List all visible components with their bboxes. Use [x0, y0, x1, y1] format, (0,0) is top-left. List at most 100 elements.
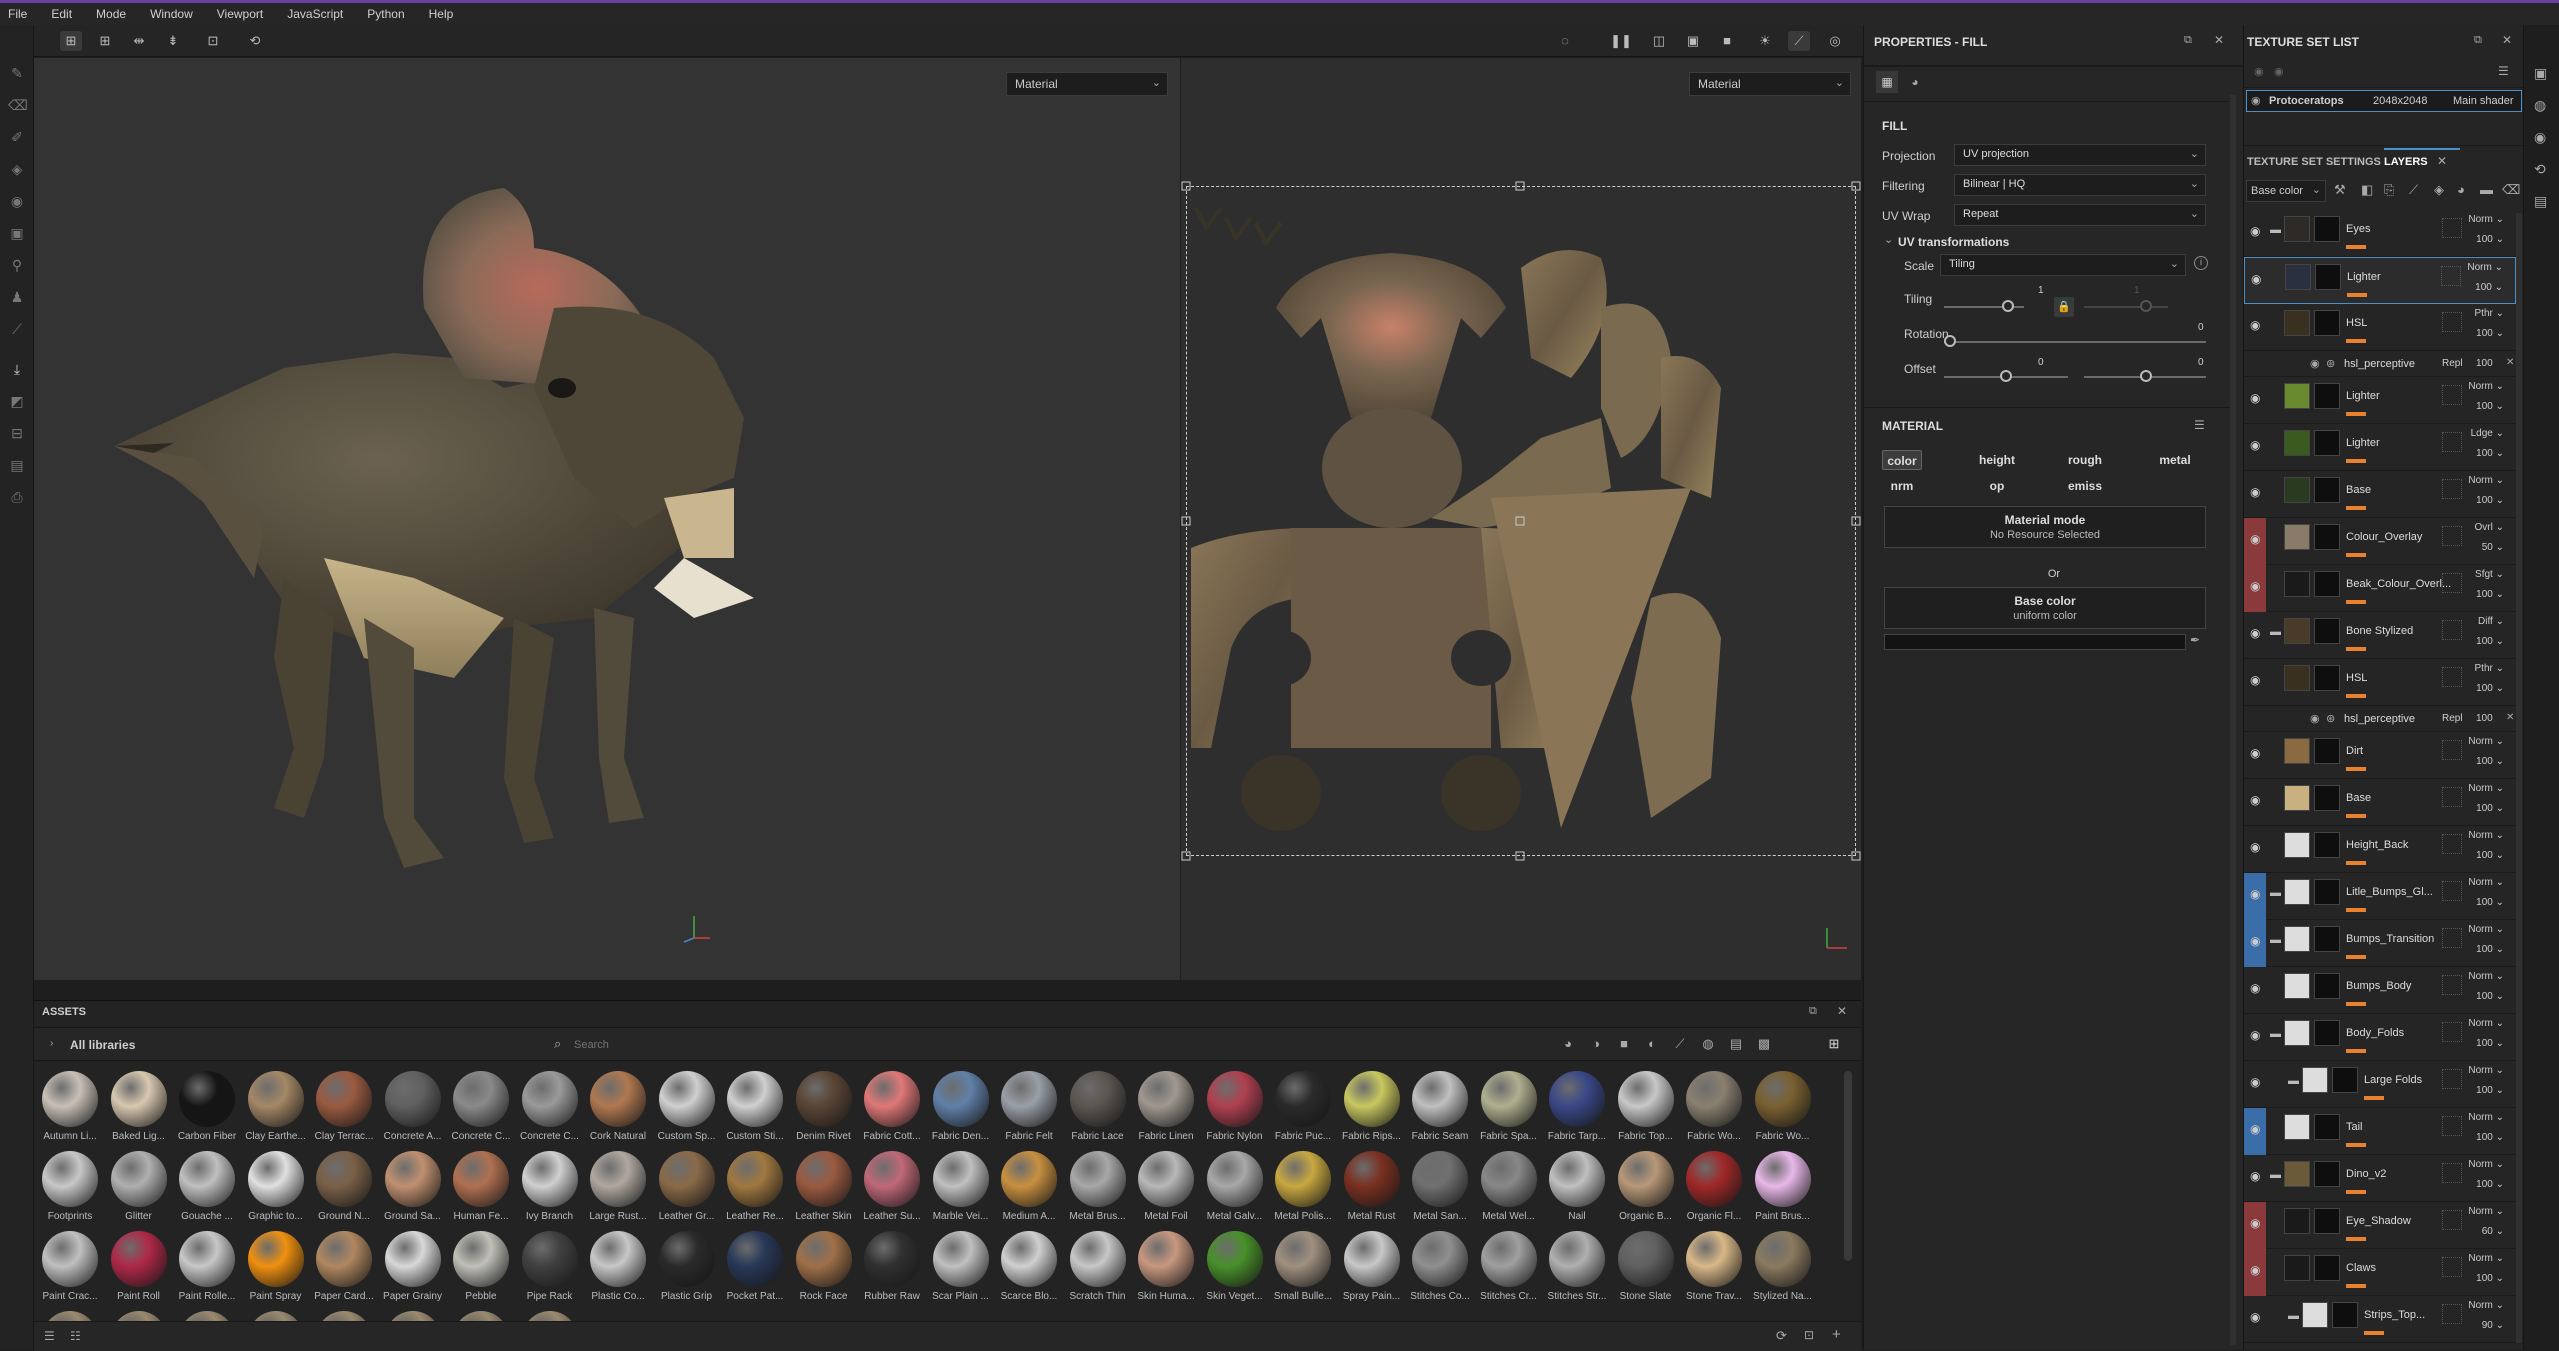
tab-texture-set-settings[interactable]: TEXTURE SET SETTINGS	[2247, 156, 2381, 168]
asset-thumbnail[interactable]	[864, 1071, 920, 1127]
uvwrap-dropdown[interactable]: Repeat ⌄	[1954, 204, 2206, 226]
material-tab-icon[interactable]: ◕	[1904, 71, 1926, 93]
grid-view-icon[interactable]: ⊞	[1825, 1036, 1843, 1054]
layer-effect-row[interactable]: ◉ ⊛ hsl_perceptive Repl 100 ✕	[2244, 351, 2516, 377]
import-icon[interactable]: ⊡	[1804, 1328, 1814, 1342]
smart-material-filter-icon[interactable]: ◑	[1587, 1036, 1605, 1054]
layer-row[interactable]: ◉ ▬ Eyes Norm ⌄ 100 ⌄	[2244, 210, 2516, 257]
asset-thumbnail[interactable]	[316, 1151, 372, 1207]
screenshot-icon[interactable]: ◎	[1824, 31, 1846, 51]
close-icon[interactable]: ✕	[2214, 33, 2224, 47]
asset-thumbnail[interactable]	[1138, 1151, 1194, 1207]
layer-row[interactable]: ◉ ▬ Strips_Top... Norm ⌄ 90 ⌄	[2244, 1296, 2516, 1343]
layer-opacity[interactable]: 100 ⌄	[2476, 1179, 2504, 1190]
layer-opacity[interactable]: 100 ⌄	[2476, 448, 2504, 459]
layer-row[interactable]: ◉ Claws Norm ⌄ 100 ⌄	[2244, 1249, 2516, 1296]
delete-icon[interactable]: ⌫	[2502, 182, 2520, 198]
export-icon[interactable]: ⎙	[8, 489, 26, 507]
layer-blend-mode[interactable]: Norm ⌄	[2468, 214, 2504, 225]
asset-thumbnail[interactable]	[795, 1231, 852, 1287]
smudge-icon[interactable]: ◉	[8, 193, 26, 211]
asset-thumbnail[interactable]	[316, 1071, 372, 1127]
eye-icon[interactable]: ◉	[2244, 826, 2266, 873]
folder-icon[interactable]: ▬	[2270, 887, 2281, 899]
asset-thumbnail[interactable]	[658, 1151, 715, 1207]
eye-icon[interactable]: ◉	[2244, 779, 2266, 826]
properties-scrollbar[interactable]	[2230, 95, 2236, 1345]
close-icon[interactable]: ✕	[1837, 1004, 1847, 1018]
asset-thumbnail[interactable]	[658, 1071, 715, 1127]
layer-color-box[interactable]	[2442, 1116, 2462, 1136]
paint-brush-icon[interactable]: ✎	[8, 65, 26, 83]
layer-blend-mode[interactable]: Norm ⌄	[2468, 1206, 2504, 1217]
layer-row[interactable]: ◉ Base Norm ⌄ 100 ⌄	[2244, 779, 2516, 826]
lock-icon[interactable]: 🔒	[2054, 297, 2074, 317]
float-icon[interactable]: ⧉	[1809, 1005, 1817, 1018]
layer-blend-mode[interactable]: Norm ⌄	[2468, 971, 2504, 982]
tab-layers[interactable]: LAYERS	[2384, 156, 2428, 168]
layer-color-box[interactable]	[2442, 620, 2462, 640]
layer-row[interactable]: ◉ ▬ Dino_v2 Norm ⌄ 100 ⌄	[2244, 1155, 2516, 1202]
eye-icon[interactable]: ◉	[2244, 873, 2266, 920]
refresh-icon[interactable]: ⟳	[1776, 1328, 1787, 1344]
folder-icon[interactable]: ▬	[2270, 1028, 2281, 1040]
layer-blend-mode[interactable]: Norm ⌄	[2468, 475, 2504, 486]
add-paint-layer-icon[interactable]: ⟋	[2409, 182, 2418, 198]
base-color-box[interactable]: Base color uniform color	[1884, 587, 2206, 629]
layer-row[interactable]: ◉ ▬ Large Folds Norm ⌄ 100 ⌄	[2244, 1061, 2516, 1108]
asset-thumbnail[interactable]	[521, 1231, 578, 1287]
viewport-3d[interactable]: Material ⌄	[34, 58, 1180, 980]
asset-thumbnail[interactable]	[316, 1311, 372, 1321]
asset-thumbnail[interactable]	[384, 1071, 441, 1127]
layers-scrollbar[interactable]	[2516, 213, 2522, 1343]
layer-row[interactable]: ◉ ▬ Bone Stylized Diff ⌄ 100 ⌄	[2244, 612, 2516, 659]
asset-thumbnail[interactable]	[110, 1151, 167, 1207]
layer-color-box[interactable]	[2442, 1069, 2462, 1089]
layer-color-box[interactable]	[2442, 432, 2462, 452]
polygon-fill-icon[interactable]: ◩	[8, 393, 26, 411]
asset-thumbnail[interactable]	[1206, 1231, 1263, 1287]
align-icon[interactable]: ⇟	[162, 31, 184, 51]
hide-icon[interactable]: ◌	[1554, 31, 1576, 51]
folder-icon[interactable]: ▬	[2270, 1169, 2281, 1181]
viewport-2d-uv[interactable]: Material ⌄	[1181, 58, 1861, 980]
asset-thumbnail[interactable]	[1275, 1151, 1331, 1207]
layer-blend-mode[interactable]: Ldge ⌄	[2471, 428, 2504, 439]
close-icon[interactable]: ✕	[2502, 33, 2512, 47]
layer-color-box[interactable]	[2441, 266, 2461, 286]
environment-filter-icon[interactable]: ▤	[1727, 1036, 1745, 1054]
layer-blend-mode[interactable]: Norm ⌄	[2468, 1300, 2504, 1311]
channel-metal-button[interactable]: metal	[2150, 450, 2200, 470]
offset-slider-knob-2[interactable]	[2140, 370, 2152, 382]
layer-color-box[interactable]	[2442, 928, 2462, 948]
asset-thumbnail[interactable]	[1275, 1231, 1331, 1287]
layer-blend[interactable]: Repl	[2442, 713, 2463, 724]
asset-thumbnail[interactable]	[864, 1151, 920, 1207]
layer-blend-mode[interactable]: Norm ⌄	[2467, 262, 2503, 273]
asset-thumbnail[interactable]	[42, 1151, 98, 1207]
offset-slider-knob-1[interactable]	[2000, 370, 2012, 382]
brush-mode-icon[interactable]: ⟋	[1788, 31, 1810, 51]
layer-row[interactable]: ◉ Eye_Shadow Norm ⌄ 60 ⌄	[2244, 1202, 2516, 1249]
asset-thumbnail[interactable]	[110, 1231, 167, 1287]
layer-color-box[interactable]	[2442, 881, 2462, 901]
asset-thumbnail[interactable]	[1206, 1071, 1263, 1127]
layer-row[interactable]: ◉ Height_Back Norm ⌄ 100 ⌄	[2244, 826, 2516, 873]
menu-javascript[interactable]: JavaScript	[287, 7, 343, 21]
layer-color-box[interactable]	[2442, 1304, 2462, 1324]
tree-icon[interactable]: ☷	[70, 1329, 81, 1343]
channel-height-button[interactable]: height	[1972, 450, 2022, 470]
history-dock-icon[interactable]: ⟲	[2534, 161, 2546, 178]
eye-icon[interactable]: ◉	[2244, 1296, 2266, 1343]
channel-dropdown[interactable]: Base color ⌄	[2246, 180, 2326, 202]
asset-thumbnail[interactable]	[453, 1231, 509, 1287]
eye-icon[interactable]: ◉	[2251, 94, 2261, 107]
asset-thumbnail[interactable]	[1343, 1071, 1400, 1127]
asset-thumbnail[interactable]	[453, 1071, 509, 1127]
folder-icon[interactable]: ▬	[2270, 934, 2281, 946]
float-icon[interactable]: ⧉	[2474, 34, 2482, 47]
texture-set-row[interactable]: ◉ Protoceratops 2048x2048 Main shader	[2246, 90, 2522, 112]
brush-filter-icon[interactable]: ⟋	[1671, 1036, 1689, 1054]
mask-filter-icon[interactable]: ■	[1615, 1036, 1633, 1054]
layer-opacity[interactable]: 100 ⌄	[2476, 234, 2504, 245]
